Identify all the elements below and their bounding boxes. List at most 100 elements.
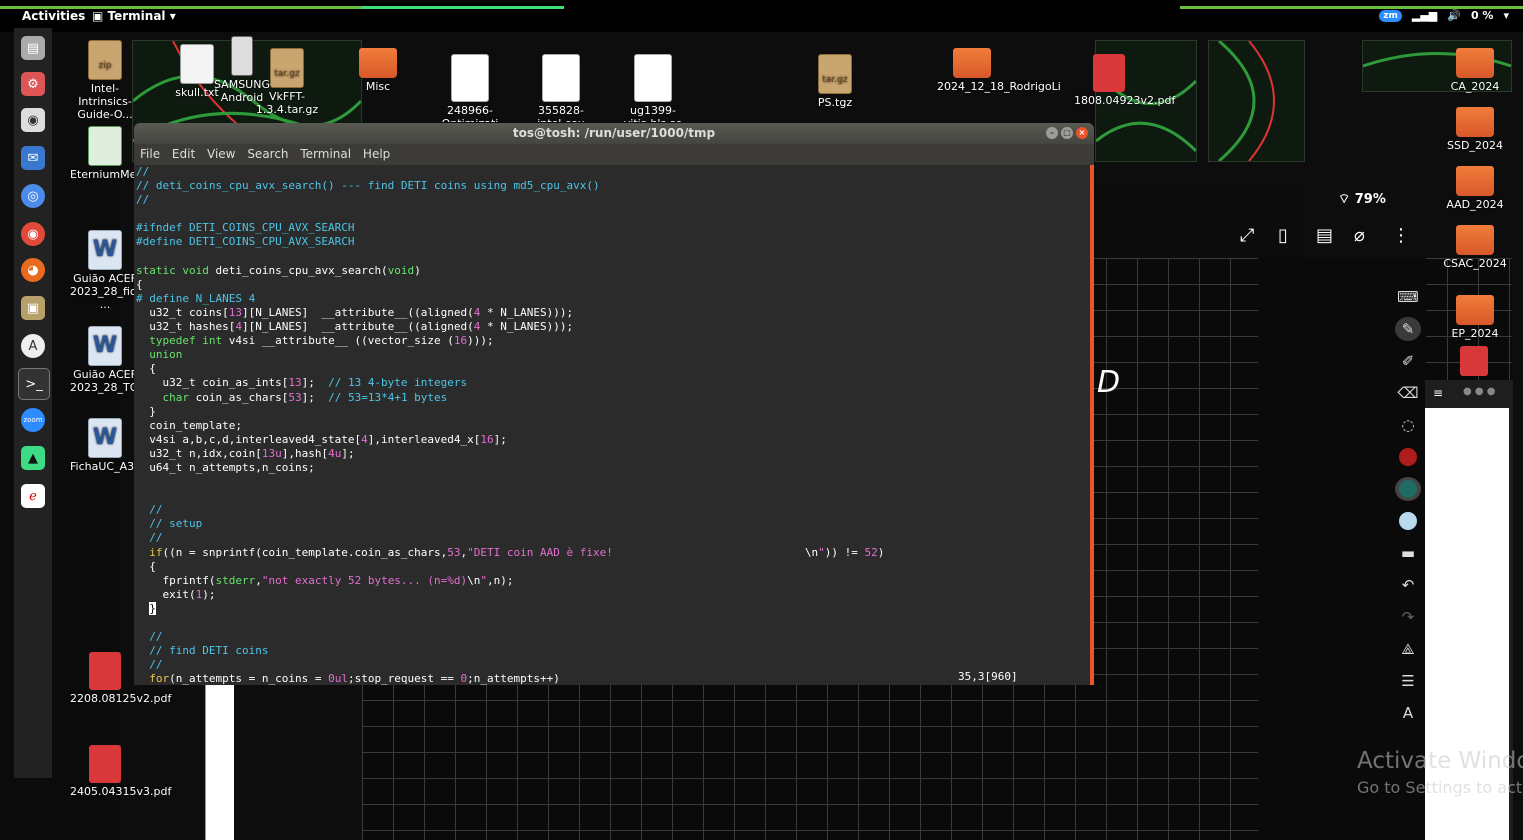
desktop-file[interactable]: 1808.04923v2.pdf — [1074, 54, 1175, 107]
chromium-icon[interactable]: ◎ — [21, 184, 45, 208]
desktop-file[interactable]: 248966-Optimizati — [435, 54, 505, 122]
terminal-menubar: File Edit View Search Terminal Help — [134, 144, 1094, 165]
android-studio-icon[interactable]: ▲ — [21, 446, 45, 470]
desktop-file[interactable]: W Guião ACEF 2023_28_ficha ... — [70, 230, 150, 311]
menu-file[interactable]: File — [140, 144, 160, 165]
menu-icon[interactable]: ≡ — [1433, 386, 1443, 400]
drawing-toolbar: ⌨ ✎ ✐ ⌫ ◌ ▬ ↶ ↷ ⟁ ☰ A — [1392, 285, 1424, 725]
thunderbird-icon[interactable]: ✉ — [21, 146, 45, 170]
firefox-icon[interactable]: ◕ — [21, 258, 45, 282]
menu-edit[interactable]: Edit — [172, 144, 195, 165]
usb-drive-icon — [231, 36, 253, 76]
desktop-file[interactable]: tar.gz PS.tgz — [800, 54, 870, 109]
file-label: 355828-intel-sou — [537, 104, 585, 122]
menu-terminal[interactable]: Terminal — [300, 144, 351, 165]
menu-view[interactable]: View — [207, 144, 235, 165]
desktop-file[interactable]: EterniumMedals.ods — [70, 126, 182, 181]
word-doc-icon: W — [88, 326, 122, 366]
watermark-line2: Go to Settings to acti — [1357, 778, 1523, 797]
desktop-file[interactable]: W FichaUC_A3ES_NCE2023... — [70, 418, 215, 473]
redo-icon[interactable]: ↷ — [1395, 605, 1421, 629]
align-icon[interactable]: ☰ — [1395, 669, 1421, 693]
folder-icon — [1456, 48, 1494, 78]
more-icon[interactable]: ⋮ — [1392, 225, 1410, 246]
undo-icon[interactable]: ↶ — [1395, 573, 1421, 597]
signal-icon: ▂▄▆ — [1411, 9, 1438, 22]
audio-icon[interactable]: ◉ — [21, 108, 45, 132]
app-menu[interactable]: ▣ Terminal ▾ — [92, 9, 176, 23]
highlighter-icon[interactable]: ✐ — [1395, 349, 1421, 373]
terminal-app-icon: ▣ — [92, 9, 108, 23]
close-icon[interactable]: × — [1076, 127, 1088, 139]
file-label: ug1399-vitis-hls.se — [624, 104, 682, 122]
book-icon[interactable]: ▯ — [1278, 225, 1288, 246]
software-icon[interactable]: A — [21, 334, 45, 358]
desktop-folder[interactable]: CSAC_2024 — [1440, 219, 1510, 270]
file-label: 2208.08125v2.pdf — [70, 692, 172, 705]
pen-icon[interactable]: ✎ — [1395, 317, 1421, 341]
folder-icon — [953, 48, 991, 78]
attach-icon[interactable]: ⌀ — [1354, 225, 1365, 246]
settings-icon[interactable]: ⚙ — [21, 72, 45, 96]
terminal-titlebar[interactable]: tos@tosh: /run/user/1000/tmp – □ × — [134, 123, 1094, 144]
menu-help[interactable]: Help — [363, 144, 390, 165]
terminal-content[interactable]: // // deti_coins_cpu_avx_search() --- fi… — [134, 165, 1094, 685]
pdf-file-icon — [89, 745, 121, 783]
folder-icon — [1456, 295, 1494, 325]
desktop-folder[interactable]: EP_2024 — [1440, 289, 1510, 340]
spreadsheet-icon — [88, 126, 122, 166]
lasso-icon[interactable]: ◌ — [1395, 413, 1421, 437]
stroke-width-icon[interactable]: ▬ — [1395, 541, 1421, 565]
folder-label: SSD_2024 — [1447, 139, 1503, 152]
archive-file-icon: tar.gz — [270, 48, 304, 88]
desktop-file[interactable]: 2405.04315v3.pdf — [70, 745, 171, 798]
pdf-viewer-icon[interactable]: ℯ — [21, 484, 45, 508]
source-code[interactable]: // // deti_coins_cpu_avx_search() --- fi… — [134, 165, 1090, 685]
archive-file-icon: zip — [88, 40, 122, 80]
volume-icon: 🔊 — [1447, 9, 1461, 22]
archive-icon[interactable]: ▣ — [21, 296, 45, 320]
text-icon[interactable]: A — [1395, 701, 1421, 725]
thumbnail-image — [1208, 40, 1305, 162]
desktop-file[interactable]: 2208.08125v2.pdf — [70, 652, 172, 705]
desktop-folder[interactable]: CA_2024 — [1440, 42, 1510, 93]
file-label: 248966-Optimizati — [442, 104, 499, 122]
chevron-down-icon[interactable]: ▾ — [1503, 9, 1509, 22]
minimize-icon[interactable]: – — [1046, 127, 1058, 139]
zoom-tray-icon[interactable]: zm — [1379, 9, 1402, 22]
desktop-file[interactable]: tar.gz VkFFT-1.3.4.tar.gz — [252, 48, 322, 116]
side-window-strip — [205, 685, 234, 840]
chrome-icon[interactable]: ◉ — [21, 222, 45, 246]
expand-icon[interactable]: ⤢ — [1240, 225, 1254, 246]
tablet-battery: 79% — [1354, 192, 1386, 207]
zoom-icon[interactable]: zoom — [21, 408, 45, 432]
desktop-folder[interactable]: 2024_12_18_RodrigoLi — [937, 42, 1061, 93]
menu-search[interactable]: Search — [247, 144, 288, 165]
eraser-icon[interactable]: ⌫ — [1395, 381, 1421, 405]
color-teal[interactable] — [1395, 477, 1421, 501]
files-icon[interactable]: ▤ — [21, 36, 45, 60]
terminal-window[interactable]: tos@tosh: /run/user/1000/tmp – □ × File … — [134, 123, 1094, 685]
desktop-file[interactable]: zip Intel-Intrinsics-Guide-O... — [70, 40, 140, 121]
color-lightblue[interactable] — [1395, 509, 1421, 533]
keyboard-icon[interactable]: ⌨ — [1395, 285, 1421, 309]
desktop-file[interactable]: 355828-intel-sou — [526, 54, 596, 122]
desktop-folder[interactable]: SSD_2024 — [1440, 101, 1510, 152]
activities-button[interactable]: Activities — [22, 9, 85, 23]
page-icon[interactable]: ▤ — [1316, 225, 1333, 246]
desktop-folder[interactable]: AAD_2024 — [1440, 160, 1510, 211]
tablet-status: ⌔ 79% — [1338, 191, 1386, 207]
pdf-file-icon[interactable] — [1460, 346, 1488, 376]
folder-label: AAD_2024 — [1446, 198, 1504, 211]
folder-icon — [1456, 166, 1494, 196]
color-red[interactable] — [1395, 445, 1421, 469]
window-controls-icon[interactable]: ● ● ● — [1463, 386, 1496, 397]
desktop-file[interactable]: ug1399-vitis-hls.se — [618, 54, 688, 122]
system-tray[interactable]: zm ▂▄▆ 🔊 0 % ▾ — [1379, 9, 1509, 22]
top-bar-accent — [362, 6, 564, 9]
shape-icon[interactable]: ⟁ — [1395, 637, 1421, 661]
desktop-folder[interactable]: Misc — [343, 42, 413, 93]
desktop-file[interactable]: W Guião ACEF 2023_28_TOS.d... — [70, 326, 166, 394]
terminal-icon[interactable]: >_ — [18, 368, 50, 400]
maximize-icon[interactable]: □ — [1061, 127, 1073, 139]
